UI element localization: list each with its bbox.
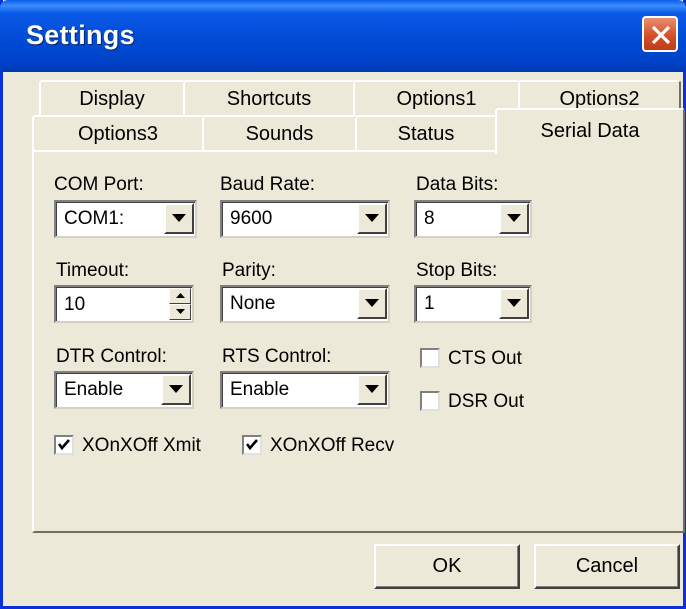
timeout-spinner[interactable]: 10 [54, 285, 194, 323]
chevron-down-icon [365, 299, 379, 307]
dtr-control-dropdown-button[interactable] [161, 374, 191, 405]
tab-options3[interactable]: Options3 [32, 115, 204, 152]
tab-label: Options1 [396, 88, 477, 110]
baud-rate-select[interactable]: 9600 [220, 200, 390, 238]
data-bits-dropdown-button[interactable] [499, 203, 529, 234]
chevron-down-icon [169, 385, 183, 393]
title-bar[interactable]: Settings [0, 0, 686, 72]
checkmark-icon [245, 439, 258, 451]
dsr-out-checkbox[interactable] [420, 391, 440, 411]
tab-sounds[interactable]: Sounds [202, 115, 357, 152]
tab-serial-data[interactable]: Serial Data [495, 108, 685, 154]
tab-label: Shortcuts [226, 88, 312, 110]
chevron-down-icon [365, 214, 379, 222]
tab-display[interactable]: Display [39, 80, 185, 116]
timeout-decrement-button[interactable] [169, 304, 191, 320]
tab-label: Status [397, 123, 455, 145]
baud-rate-label: Baud Rate: [220, 174, 316, 195]
ok-button[interactable]: OK [374, 544, 520, 589]
com-port-value: COM1: [64, 208, 125, 229]
tab-shortcuts[interactable]: Shortcuts [183, 80, 355, 116]
cts-out-checkbox[interactable] [420, 348, 440, 368]
stop-bits-dropdown-button[interactable] [499, 288, 529, 319]
timeout-increment-button[interactable] [169, 288, 191, 304]
checkmark-icon [57, 439, 70, 451]
dtr-control-value: Enable [64, 379, 124, 400]
stop-bits-value: 1 [424, 293, 435, 314]
data-bits-value: 8 [424, 208, 435, 229]
tab-label: Options2 [559, 88, 640, 110]
tab-status[interactable]: Status [355, 115, 497, 152]
xonxoff-recv-label: XOnXOff Recv [270, 435, 395, 456]
settings-dialog: Settings Display Shortcuts Options1 Opti… [0, 0, 686, 609]
arrow-down-icon [176, 309, 185, 314]
com-port-select[interactable]: COM1: [54, 200, 197, 238]
parity-select[interactable]: None [220, 285, 390, 323]
stop-bits-select[interactable]: 1 [414, 285, 532, 323]
com-port-dropdown-button[interactable] [164, 203, 194, 234]
xonxoff-xmit-checkbox[interactable] [54, 435, 74, 455]
dsr-out-label: DSR Out [448, 391, 525, 412]
close-icon [651, 25, 671, 45]
chevron-down-icon [172, 214, 186, 222]
tab-label: Sounds [245, 123, 314, 145]
cancel-button[interactable]: Cancel [534, 544, 680, 589]
chevron-down-icon [507, 214, 521, 222]
rts-control-label: RTS Control: [222, 346, 332, 367]
tab-label: Serial Data [540, 120, 640, 142]
cts-out-label: CTS Out [448, 348, 522, 369]
data-bits-label: Data Bits: [416, 174, 499, 195]
tab-label: Display [79, 88, 145, 110]
rts-control-select[interactable]: Enable [220, 371, 390, 409]
rts-control-value: Enable [230, 379, 290, 400]
parity-value: None [230, 293, 276, 314]
baud-rate-dropdown-button[interactable] [357, 203, 387, 234]
timeout-value: 10 [64, 294, 86, 315]
xonxoff-xmit-label: XOnXOff Xmit [82, 435, 201, 456]
serial-data-panel: COM Port: COM1: Baud Rate: 9600 Data Bit… [32, 150, 685, 533]
dtr-control-select[interactable]: Enable [54, 371, 194, 409]
stop-bits-label: Stop Bits: [416, 260, 498, 281]
timeout-label: Timeout: [56, 260, 130, 281]
chevron-down-icon [507, 299, 521, 307]
window-title: Settings [26, 20, 135, 50]
close-button[interactable] [642, 16, 678, 52]
baud-rate-value: 9600 [230, 208, 273, 229]
parity-dropdown-button[interactable] [357, 288, 387, 319]
chevron-down-icon [365, 385, 379, 393]
arrow-up-icon [176, 293, 185, 298]
com-port-label: COM Port: [54, 174, 144, 195]
data-bits-select[interactable]: 8 [414, 200, 532, 238]
parity-label: Parity: [222, 260, 276, 281]
dtr-control-label: DTR Control: [56, 346, 167, 367]
rts-control-dropdown-button[interactable] [357, 374, 387, 405]
tab-label: Options3 [77, 123, 159, 145]
xonxoff-recv-checkbox[interactable] [242, 435, 262, 455]
